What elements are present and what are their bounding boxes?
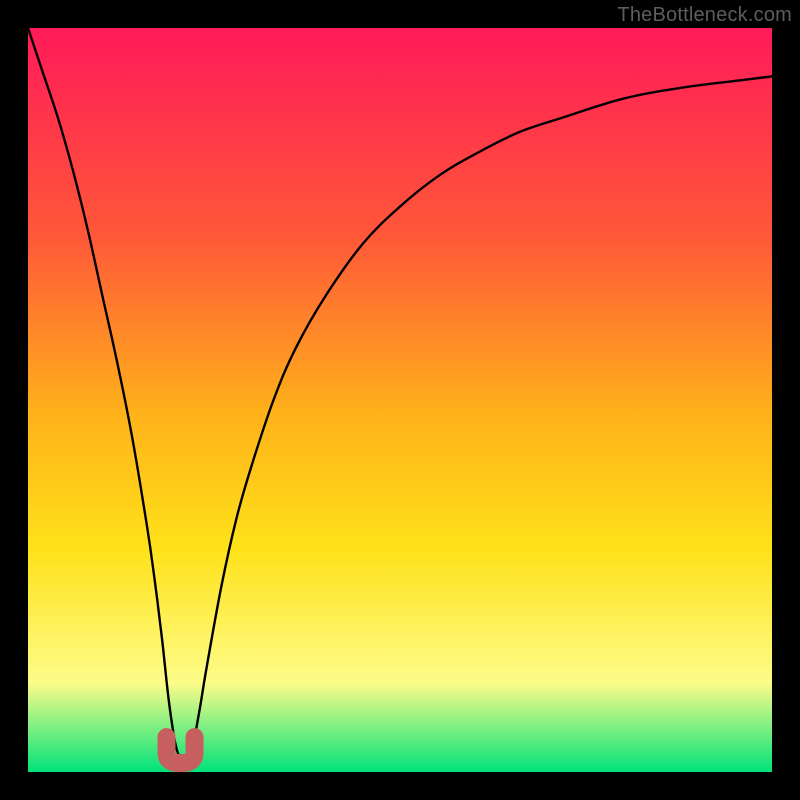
watermark-text: TheBottleneck.com bbox=[617, 4, 792, 27]
gradient-background bbox=[28, 28, 772, 772]
bottleneck-chart bbox=[28, 28, 772, 772]
plot-area bbox=[28, 28, 772, 772]
chart-frame: TheBottleneck.com bbox=[0, 0, 800, 800]
